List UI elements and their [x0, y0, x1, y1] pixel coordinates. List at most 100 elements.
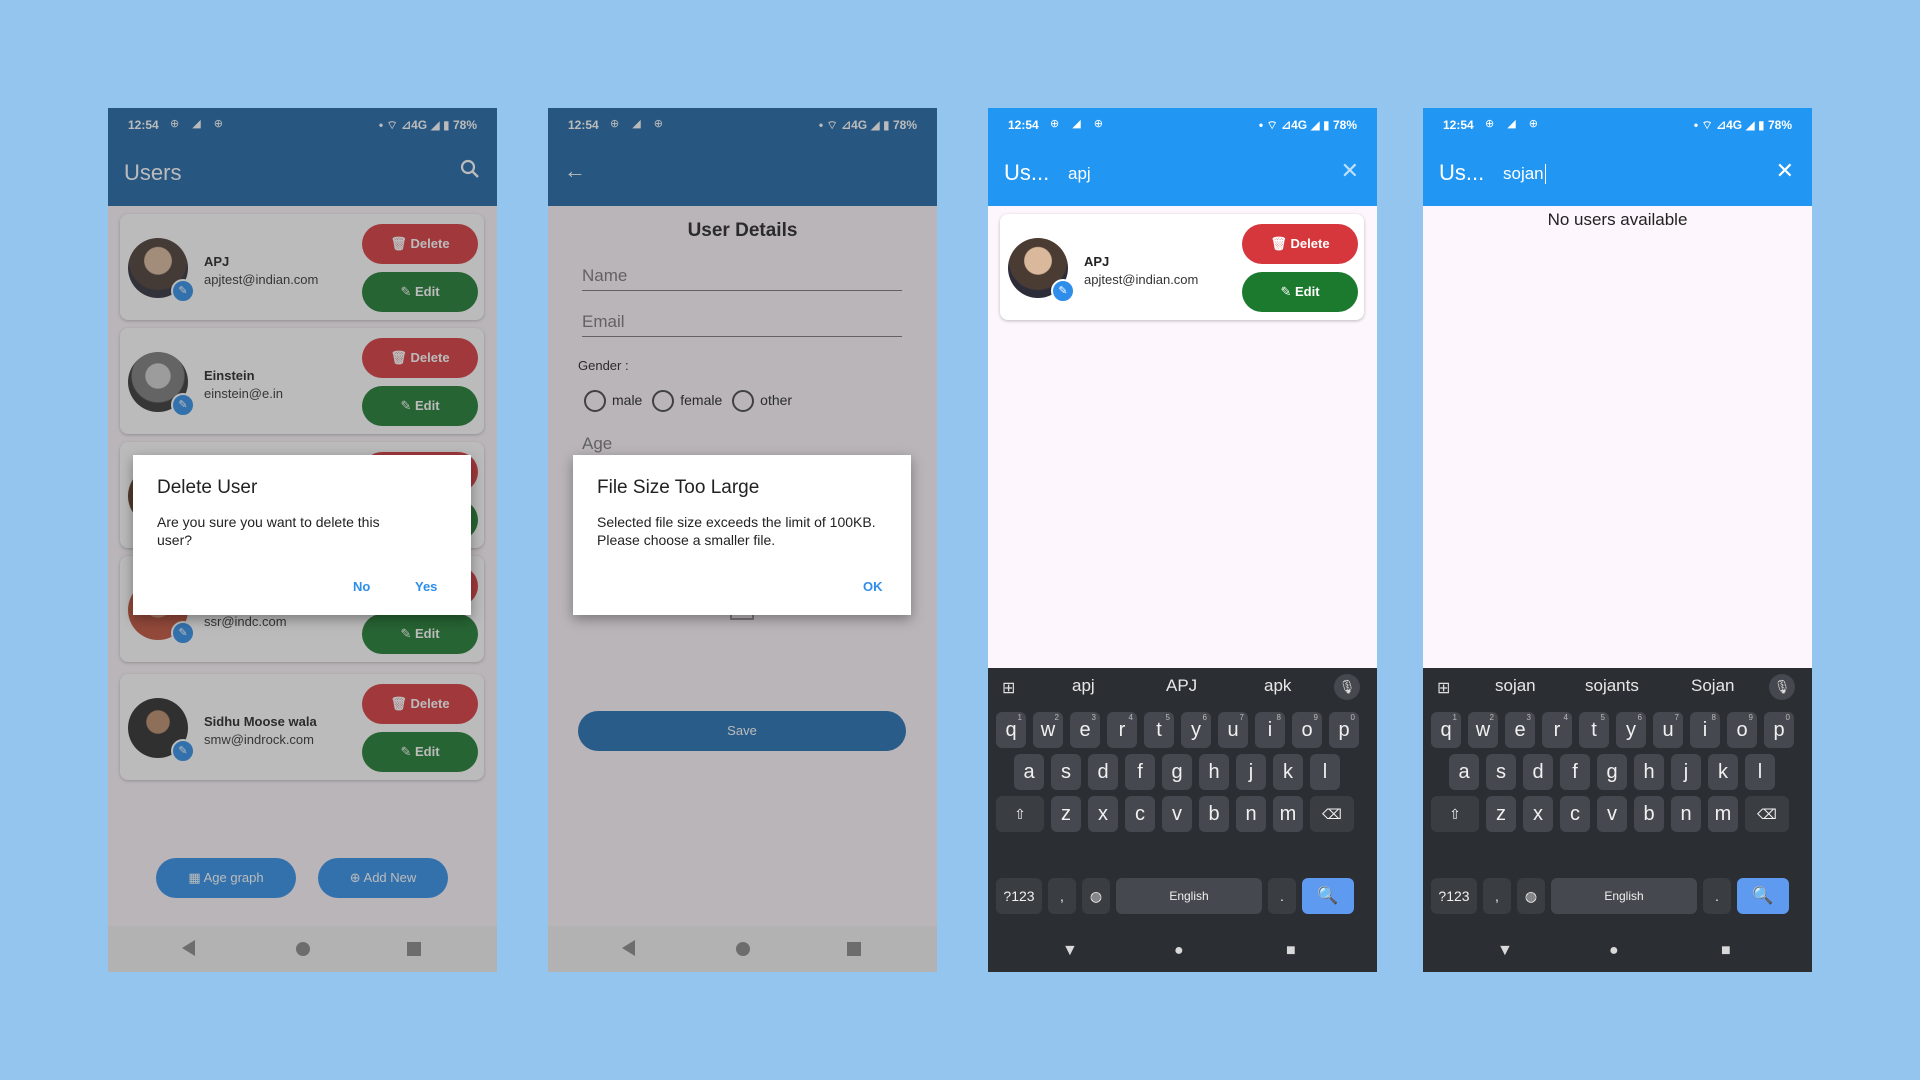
keyboard-apps-icon[interactable]: ⊞ — [1002, 678, 1015, 698]
key-u[interactable]: u7 — [1218, 712, 1248, 748]
key-s[interactable]: s — [1486, 754, 1516, 790]
key-k[interactable]: k — [1273, 754, 1303, 790]
nav-home-icon[interactable]: ● — [1174, 942, 1184, 960]
comma-key[interactable]: , — [1048, 878, 1076, 914]
nav-recents-icon[interactable]: ■ — [1286, 942, 1296, 960]
trash-icon: 🗑 — [1270, 236, 1287, 251]
space-key[interactable]: English — [1116, 878, 1262, 914]
search-input[interactable]: sojan — [1503, 164, 1546, 184]
key-v[interactable]: v — [1162, 796, 1192, 832]
symbols-key[interactable]: ?123 — [996, 878, 1042, 914]
key-h[interactable]: h — [1634, 754, 1664, 790]
key-i[interactable]: i8 — [1255, 712, 1285, 748]
key-e[interactable]: e3 — [1070, 712, 1100, 748]
dialog-yes-button[interactable]: Yes — [415, 579, 437, 594]
dialog-title: File Size Too Large — [597, 477, 760, 498]
key-m[interactable]: m — [1708, 796, 1738, 832]
dialog-message: Selected file size exceeds the limit of … — [597, 514, 876, 548]
nav-back-icon[interactable]: ▼ — [1062, 942, 1078, 960]
key-b[interactable]: b — [1199, 796, 1229, 832]
user-card[interactable]: ✎ APJ apjtest@indian.com 🗑 Delete ✎ Edit — [1000, 214, 1364, 320]
delete-button[interactable]: 🗑 Delete — [1242, 224, 1358, 264]
key-f[interactable]: f — [1560, 754, 1590, 790]
key-w[interactable]: w2 — [1468, 712, 1498, 748]
key-g[interactable]: g — [1597, 754, 1627, 790]
key-o[interactable]: o9 — [1292, 712, 1322, 748]
key-g[interactable]: g — [1162, 754, 1192, 790]
suggestion[interactable]: sojants — [1585, 676, 1639, 696]
symbols-key[interactable]: ?123 — [1431, 878, 1477, 914]
status-bar: 12:54 ⊕ ◢ ⊕ • ⌔ ⊿4G ◢ ▮ 78% — [1423, 108, 1812, 140]
key-m[interactable]: m — [1273, 796, 1303, 832]
backspace-icon[interactable]: ⌫ — [1745, 796, 1789, 832]
key-z[interactable]: z — [1051, 796, 1081, 832]
key-a[interactable]: a — [1014, 754, 1044, 790]
key-a[interactable]: a — [1449, 754, 1479, 790]
globe-icon[interactable]: ◍ — [1082, 878, 1110, 914]
key-h[interactable]: h — [1199, 754, 1229, 790]
key-n[interactable]: n — [1236, 796, 1266, 832]
search-key-icon[interactable]: 🔍 — [1302, 878, 1354, 914]
period-key[interactable]: . — [1268, 878, 1296, 914]
key-c[interactable]: c — [1125, 796, 1155, 832]
key-n[interactable]: n — [1671, 796, 1701, 832]
key-v[interactable]: v — [1597, 796, 1627, 832]
edit-photo-icon[interactable]: ✎ — [1051, 279, 1075, 303]
search-key-icon[interactable]: 🔍 — [1737, 878, 1789, 914]
nav-home-icon[interactable]: ● — [1609, 942, 1619, 960]
nav-back-icon[interactable]: ▼ — [1497, 942, 1513, 960]
key-u[interactable]: u7 — [1653, 712, 1683, 748]
globe-icon[interactable]: ◍ — [1517, 878, 1545, 914]
key-c[interactable]: c — [1560, 796, 1590, 832]
key-x[interactable]: x — [1088, 796, 1118, 832]
shift-icon[interactable]: ⇧ — [996, 796, 1044, 832]
key-y[interactable]: y6 — [1616, 712, 1646, 748]
key-f[interactable]: f — [1125, 754, 1155, 790]
key-o[interactable]: o9 — [1727, 712, 1757, 748]
close-icon[interactable]: ✕ — [1341, 158, 1359, 184]
keyboard-apps-icon[interactable]: ⊞ — [1437, 678, 1450, 698]
key-p[interactable]: p0 — [1329, 712, 1359, 748]
key-l[interactable]: l — [1310, 754, 1340, 790]
key-q[interactable]: q1 — [1431, 712, 1461, 748]
edit-button[interactable]: ✎ Edit — [1242, 272, 1358, 312]
space-key[interactable]: English — [1551, 878, 1697, 914]
key-hint: 8 — [1711, 713, 1716, 722]
key-p[interactable]: p0 — [1764, 712, 1794, 748]
key-l[interactable]: l — [1745, 754, 1775, 790]
nav-recents-icon[interactable]: ■ — [1721, 942, 1731, 960]
key-b[interactable]: b — [1634, 796, 1664, 832]
key-j[interactable]: j — [1236, 754, 1266, 790]
key-x[interactable]: x — [1523, 796, 1553, 832]
key-z[interactable]: z — [1486, 796, 1516, 832]
key-t[interactable]: t5 — [1144, 712, 1174, 748]
key-k[interactable]: k — [1708, 754, 1738, 790]
key-w[interactable]: w2 — [1033, 712, 1063, 748]
key-e[interactable]: e3 — [1505, 712, 1535, 748]
microphone-icon[interactable]: 🎙 — [1769, 674, 1795, 700]
suggestion[interactable]: Sojan — [1691, 676, 1734, 696]
comma-key[interactable]: , — [1483, 878, 1511, 914]
key-q[interactable]: q1 — [996, 712, 1026, 748]
microphone-icon[interactable]: 🎙 — [1334, 674, 1360, 700]
key-t[interactable]: t5 — [1579, 712, 1609, 748]
suggestion[interactable]: apk — [1264, 676, 1291, 696]
search-input[interactable]: apj — [1068, 164, 1091, 184]
shift-icon[interactable]: ⇧ — [1431, 796, 1479, 832]
key-r[interactable]: r4 — [1107, 712, 1137, 748]
close-icon[interactable]: ✕ — [1776, 158, 1794, 184]
key-d[interactable]: d — [1523, 754, 1553, 790]
dialog-no-button[interactable]: No — [353, 579, 370, 594]
suggestion[interactable]: apj — [1072, 676, 1095, 696]
dialog-ok-button[interactable]: OK — [863, 579, 883, 594]
key-s[interactable]: s — [1051, 754, 1081, 790]
period-key[interactable]: . — [1703, 878, 1731, 914]
backspace-icon[interactable]: ⌫ — [1310, 796, 1354, 832]
key-y[interactable]: y6 — [1181, 712, 1211, 748]
key-j[interactable]: j — [1671, 754, 1701, 790]
key-d[interactable]: d — [1088, 754, 1118, 790]
key-r[interactable]: r4 — [1542, 712, 1572, 748]
key-i[interactable]: i8 — [1690, 712, 1720, 748]
suggestion[interactable]: sojan — [1495, 676, 1536, 696]
suggestion[interactable]: APJ — [1166, 676, 1197, 696]
